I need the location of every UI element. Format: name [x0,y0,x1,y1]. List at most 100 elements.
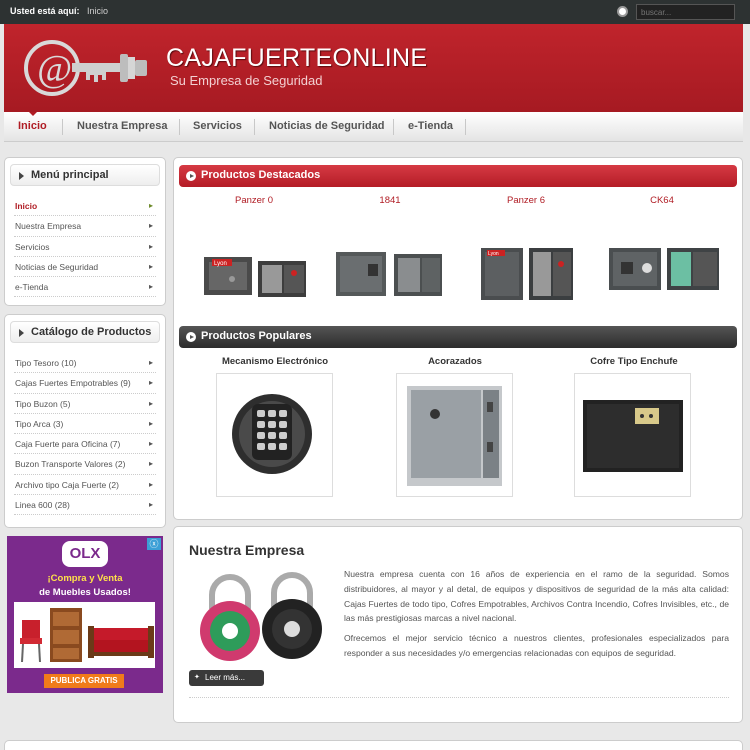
catalog-item-label: Tipo Tesoro (10) [15,358,77,368]
nav-divider [465,119,466,135]
empresa-paragraph-2: Ofrecemos el mejor servicio técnico a nu… [344,633,729,658]
menu-item-label: e-Tienda [15,282,49,293]
arrow-circle-icon [186,332,196,342]
panel-header: Menú principal [10,164,160,186]
ad-publish-button[interactable]: PUBLICA GRATIS [44,674,124,688]
catalog-item-label: Tipo Arca (3) [15,418,64,429]
safe-image[interactable] [334,248,446,300]
nav-divider [179,119,180,135]
destacados-header: Productos Destacados [179,165,737,187]
nav-nuestra-empresa[interactable]: Nuestra Empresa [77,112,168,142]
keypad-lock-image [232,394,312,474]
section-title: Nuestra Empresa [189,542,305,558]
padlocks-image [200,572,322,661]
empresa-paragraph-1: Nuestra empresa cuenta con 16 años de ex… [344,569,729,624]
menu-item-label: Nuestra Empresa [15,221,82,232]
products-panel: Productos Destacados Panzer 0 1841 Panze… [173,157,743,520]
breadcrumb-label: Usted está aquí: [10,6,80,16]
catalog-item[interactable]: Tipo Buzon (5) ▸ [14,394,156,414]
catalog-item[interactable]: Buzon Transporte Valores (2) ▸ [14,454,156,475]
populares-header: Productos Populares [179,326,737,348]
catalog-item-label: Tipo Buzon (5) [15,398,71,409]
olx-advertisement[interactable]: OLX ⓧ ¡Compra y Venta de Muebles Usados!… [7,536,163,693]
catalog-item-label: Caja Fuerte para Oficina (7) [15,439,121,450]
site-header: @ CAJAFUERTEONLINE Su Empresa de Segurid… [4,24,743,112]
search-input[interactable] [636,4,735,20]
catalog-item-label: Buzon Transporte Valores (2) [15,459,126,470]
catalog-item[interactable]: Linea 600 (28) ▸ [14,495,156,516]
menu-principal-list: Inicio ▸ Nuestra Empresa ▸ Servicios ▸ Noti… [14,196,156,298]
safe-image[interactable]: Lyon [479,246,575,302]
top-bar: Usted está aquí: Inicio [0,0,750,24]
product-name-link[interactable]: CK64 [607,195,717,206]
product-image-frame[interactable] [396,373,513,497]
menu-item-nuestra-empresa[interactable]: Nuestra Empresa ▸ [14,216,156,237]
product-name-link[interactable]: Cofre Tipo Enchufe [554,356,714,367]
nav-divider [254,119,255,135]
chevron-right-icon: ▸ [148,358,153,367]
panel-header: Catálogo de Productos [10,321,160,343]
nav-divider [393,119,394,135]
svg-text:Lyon: Lyon [488,251,499,257]
section-title: Productos Populares [201,330,312,342]
chevron-right-icon: ▸ [148,398,153,408]
product-name-link[interactable]: Mecanismo Electrónico [195,356,355,367]
nav-divider [62,119,63,135]
menu-item-servicios[interactable]: Servicios ▸ [14,237,156,257]
logo-key-icon[interactable]: @ [24,35,154,101]
chevron-right-icon: ▸ [148,439,153,449]
catalog-item[interactable]: Caja Fuerte para Oficina (7) ▸ [14,434,156,455]
nav-e-tienda[interactable]: e-Tienda [408,112,453,142]
menu-item-noticias[interactable]: Noticias de Seguridad ▸ [14,257,156,278]
chevron-right-icon: ▸ [148,479,153,489]
safe-image[interactable] [607,246,722,294]
plug-safe-image [583,400,683,472]
catalog-item[interactable]: Tipo Arca (3) ▸ [14,414,156,435]
chevron-right-icon: ▸ [148,378,153,388]
breadcrumb-home-link[interactable]: Inicio [87,6,108,16]
safe-image[interactable]: Lyon [202,253,310,303]
menu-item-label: Servicios [15,241,50,252]
product-name-link[interactable]: Panzer 6 [471,195,581,206]
catalog-item[interactable]: Cajas Fuertes Empotrables (9) ▸ [14,373,156,394]
footer-panel [4,740,743,750]
chevron-right-icon: ▸ [148,500,153,510]
armored-safe-image [407,386,502,486]
catalogo-panel: Catálogo de Productos Tipo Tesoro (10) ▸ … [4,314,166,528]
catalogo-list: Tipo Tesoro (10) ▸ Cajas Fuertes Empotrab… [14,353,156,516]
nav-inicio[interactable]: Inicio [18,112,47,142]
product-name-link[interactable]: 1841 [335,195,445,206]
svg-text:@: @ [37,48,72,90]
menu-item-label: Noticias de Seguridad [15,261,99,272]
chevron-right-icon: ▸ [148,418,153,428]
menu-item-e-tienda[interactable]: e-Tienda ▸ [14,277,156,298]
product-name-link[interactable]: Acorazados [375,356,535,367]
catalog-item[interactable]: Archivo tipo Caja Fuerte (2) ▸ [14,475,156,496]
panel-title: Catálogo de Productos [31,326,152,338]
ad-close-icon[interactable]: ⓧ [147,538,161,550]
chevron-right-icon: ▸ [148,201,153,210]
furniture-image [14,602,155,668]
chevron-right-icon: ▸ [148,261,153,271]
product-name-link[interactable]: Panzer 0 [199,195,309,206]
nav-noticias[interactable]: Noticias de Seguridad [269,112,385,142]
site-tagline: Su Empresa de Seguridad [170,73,323,88]
catalog-item[interactable]: Tipo Tesoro (10) ▸ [14,353,156,374]
chevron-right-icon: ▸ [148,282,153,292]
nav-servicios[interactable]: Servicios [193,112,242,142]
site-title[interactable]: CAJAFUERTEONLINE [166,44,427,73]
menu-item-inicio[interactable]: Inicio ▸ [14,196,156,217]
read-more-button[interactable]: Leer más... [189,670,264,686]
product-image-frame[interactable] [574,373,691,497]
panel-title: Menú principal [31,169,109,181]
chevron-right-icon: ▸ [148,241,153,251]
catalog-item-label: Linea 600 (28) [15,500,70,511]
catalog-item-label: Cajas Fuertes Empotrables (9) [15,378,131,389]
ad-headline: ¡Compra y Venta [47,573,123,584]
product-image-frame[interactable] [216,373,333,497]
arrow-circle-icon [186,171,196,181]
chevron-right-icon: ▸ [148,221,153,231]
menu-item-label: Inicio [15,201,38,211]
empresa-panel: Nuestra Empresa Nuestra empresa cuenta c… [173,526,743,723]
search-icon [617,6,628,17]
